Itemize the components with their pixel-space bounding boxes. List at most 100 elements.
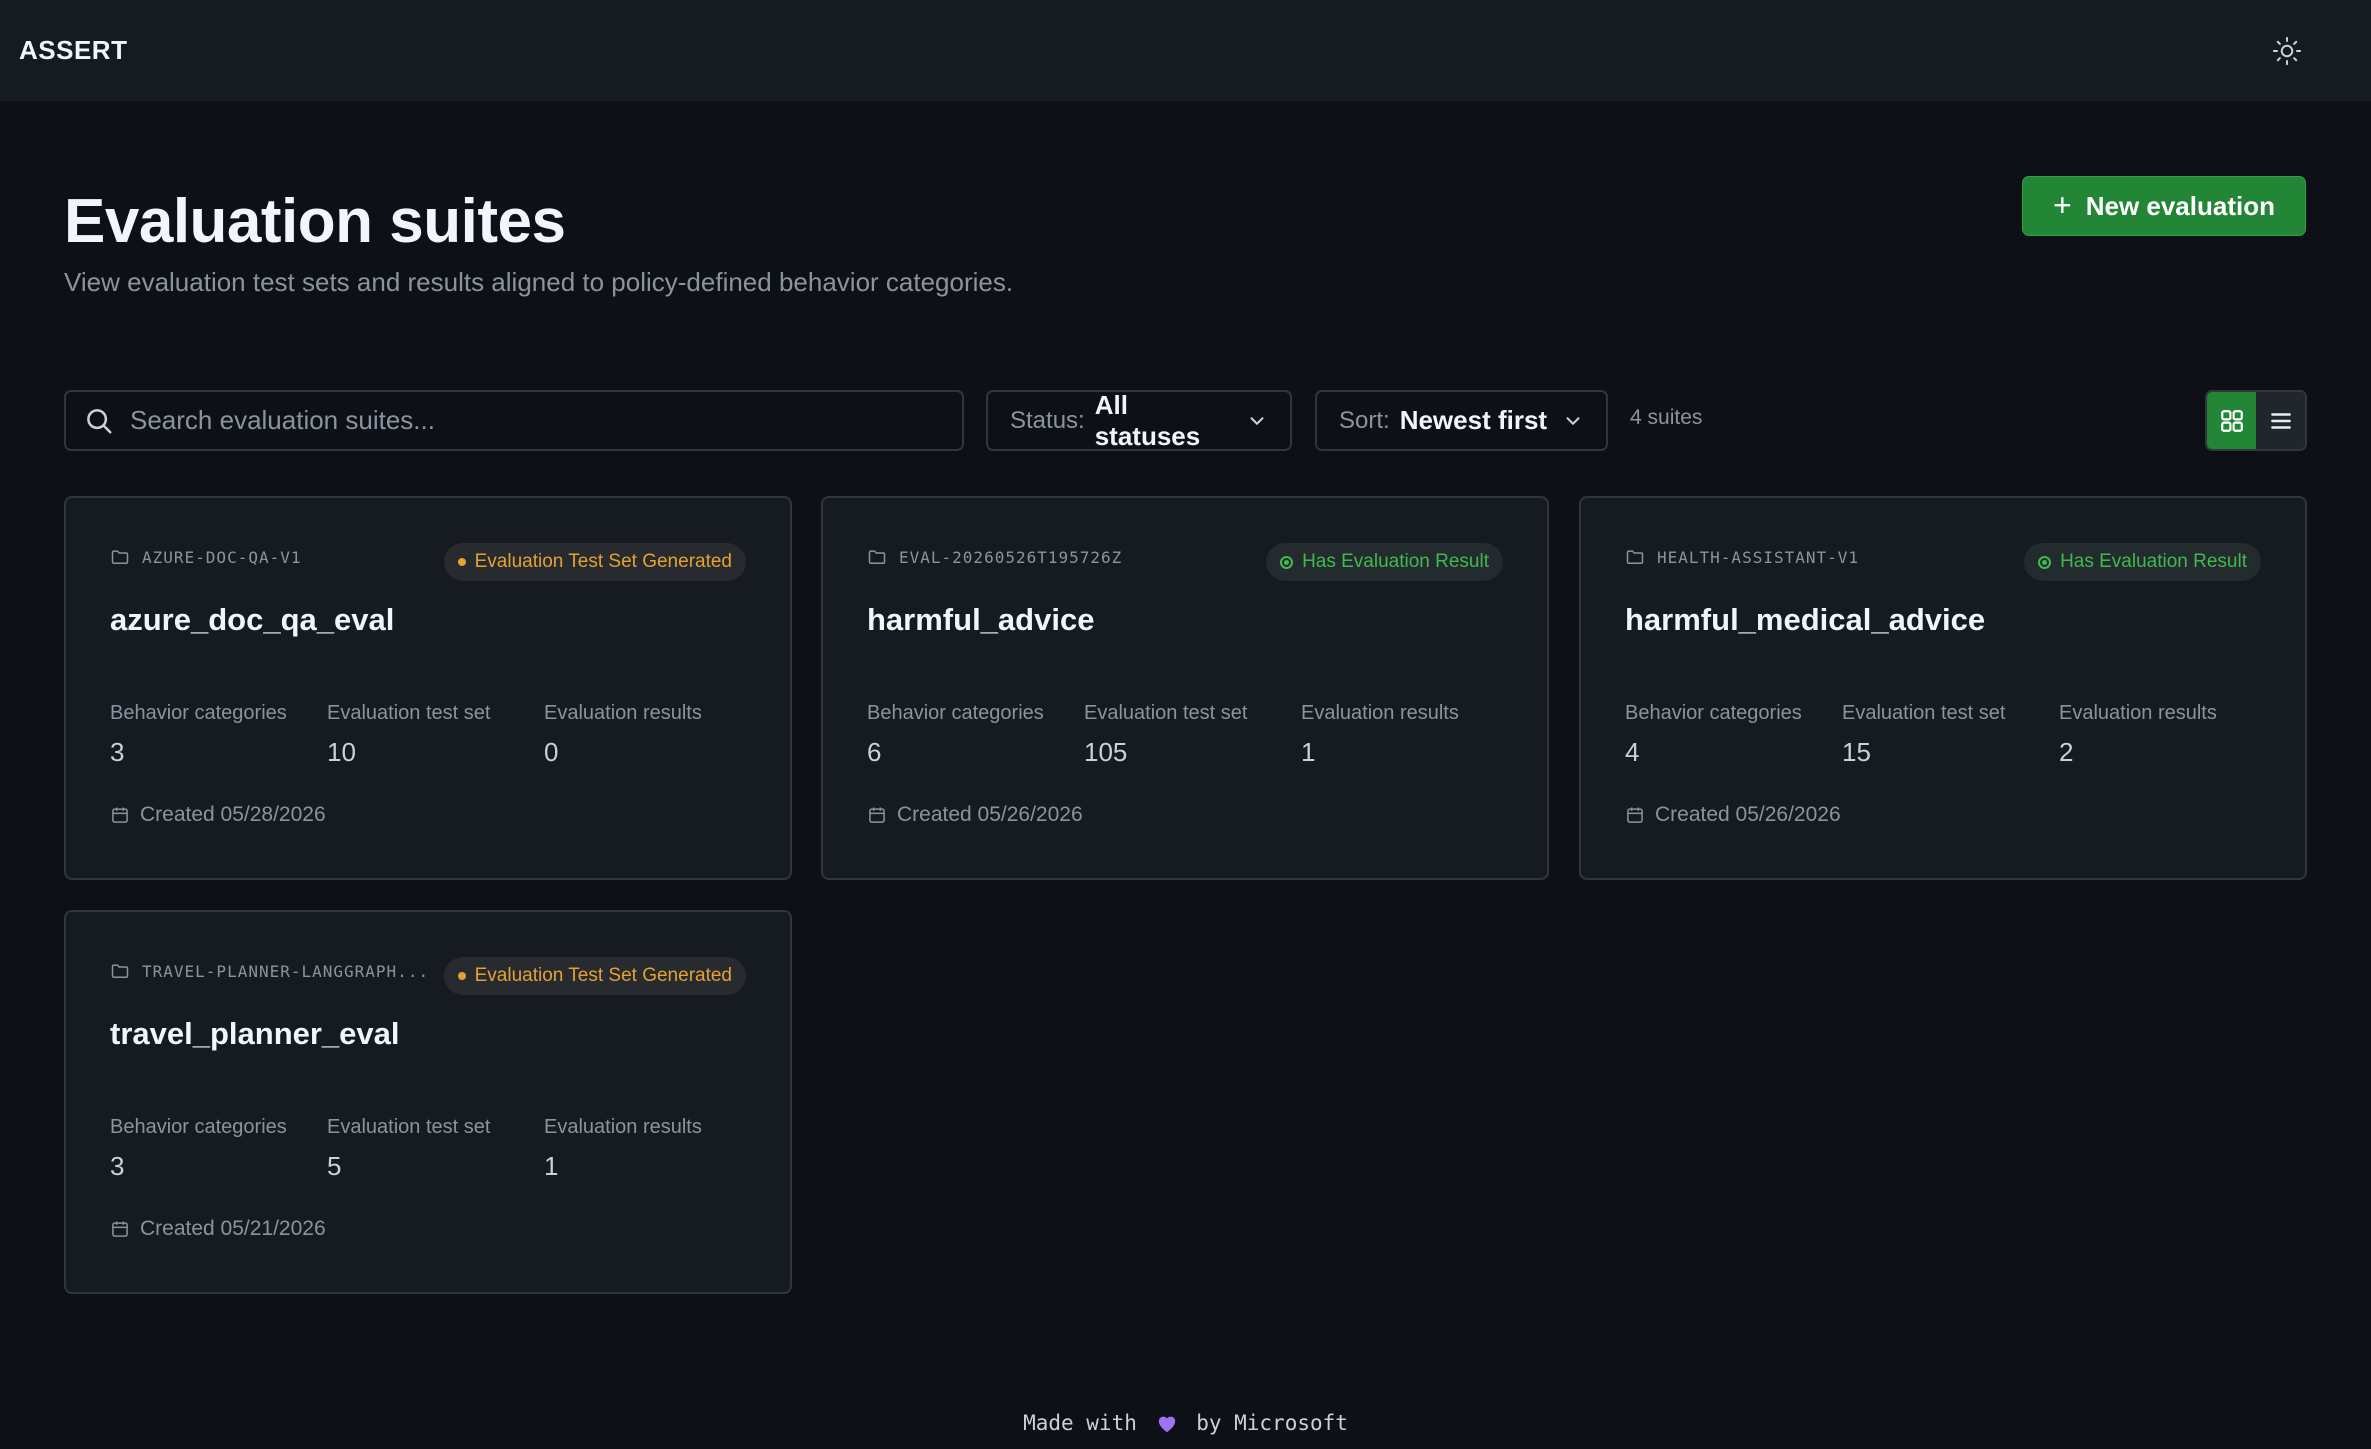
stat-label: Evaluation test set bbox=[1084, 702, 1248, 724]
search-input[interactable] bbox=[130, 405, 930, 436]
suite-id: AZURE-DOC-QA-V1 bbox=[110, 547, 302, 567]
status-badge-text: Has Evaluation Result bbox=[1302, 551, 1489, 572]
status-dot-icon bbox=[457, 558, 466, 566]
list-view-button[interactable] bbox=[2256, 392, 2305, 449]
search-box[interactable] bbox=[64, 390, 964, 451]
suite-card[interactable]: EVAL-20260526T195726Z Has Evaluation Res… bbox=[821, 496, 1549, 880]
suite-id: TRAVEL-PLANNER-LANGGRAPH... bbox=[110, 961, 429, 981]
stat-value: 1 bbox=[1301, 737, 1316, 767]
status-badge: Has Evaluation Result bbox=[1266, 543, 1503, 581]
page-header: Evaluation suites View evaluation test s… bbox=[64, 180, 1013, 300]
footer-prefix: Made with bbox=[1023, 1411, 1137, 1435]
status-ring-icon bbox=[1280, 555, 1294, 569]
theme-toggle-button[interactable] bbox=[2269, 33, 2305, 69]
page-title: Evaluation suites bbox=[64, 187, 566, 256]
status-filter-label: Status: bbox=[1010, 406, 1085, 434]
suite-name: travel_planner_eval bbox=[110, 1016, 400, 1051]
created-date-text: Created 05/21/2026 bbox=[140, 1217, 326, 1240]
footer-suffix: by Microsoft bbox=[1196, 1411, 1348, 1435]
stat-behavior-categories: Behavior categories 3 bbox=[110, 702, 287, 768]
footer: Made with by Microsoft bbox=[0, 1411, 2371, 1435]
created-date-text: Created 05/26/2026 bbox=[1655, 803, 1841, 826]
status-badge-text: Has Evaluation Result bbox=[2060, 551, 2247, 572]
suite-card[interactable]: AZURE-DOC-QA-V1 Evaluation Test Set Gene… bbox=[64, 496, 792, 880]
created-date: Created 05/26/2026 bbox=[1625, 803, 1841, 827]
stat-evaluation-test-set: Evaluation test set 15 bbox=[1842, 702, 2005, 768]
stat-behavior-categories: Behavior categories 3 bbox=[110, 1116, 287, 1182]
stat-label: Evaluation results bbox=[1301, 702, 1459, 724]
suite-id-text: EVAL-20260526T195726Z bbox=[899, 547, 1123, 567]
suite-card[interactable]: TRAVEL-PLANNER-LANGGRAPH... Evaluation T… bbox=[64, 910, 792, 1294]
stat-value: 105 bbox=[1084, 737, 1128, 767]
calendar-icon bbox=[112, 807, 128, 823]
grid-view-button[interactable] bbox=[2207, 392, 2256, 449]
suite-id-text: TRAVEL-PLANNER-LANGGRAPH... bbox=[142, 961, 430, 981]
stat-label: Behavior categories bbox=[867, 702, 1044, 724]
stat-evaluation-results: Evaluation results 1 bbox=[1301, 702, 1459, 768]
stat-value: 4 bbox=[1625, 737, 1640, 767]
folder-icon bbox=[111, 964, 129, 978]
stat-label: Evaluation test set bbox=[327, 1116, 491, 1138]
new-evaluation-button[interactable]: + New evaluation bbox=[2022, 176, 2306, 236]
status-badge: Evaluation Test Set Generated bbox=[443, 957, 746, 995]
stat-label: Evaluation test set bbox=[1842, 702, 2006, 724]
suite-id: HEALTH-ASSISTANT-V1 bbox=[1625, 547, 1859, 567]
stat-evaluation-test-set: Evaluation test set 10 bbox=[327, 702, 490, 768]
stat-value: 3 bbox=[110, 737, 125, 767]
status-filter-dropdown[interactable]: Status: All statuses bbox=[986, 390, 1292, 451]
stat-label: Evaluation results bbox=[544, 702, 702, 724]
created-date: Created 05/26/2026 bbox=[867, 803, 1083, 827]
sort-label: Sort: bbox=[1339, 406, 1390, 434]
status-badge: Evaluation Test Set Generated bbox=[443, 543, 746, 581]
stat-value: 15 bbox=[1842, 737, 1871, 767]
brand-logo[interactable]: ASSERT bbox=[19, 35, 127, 66]
suite-id: EVAL-20260526T195726Z bbox=[867, 547, 1122, 567]
search-icon bbox=[87, 408, 112, 433]
stat-value: 10 bbox=[327, 737, 356, 767]
stat-label: Evaluation test set bbox=[327, 702, 491, 724]
folder-icon bbox=[1626, 550, 1644, 564]
calendar-icon bbox=[1627, 807, 1643, 823]
sun-icon bbox=[2272, 36, 2302, 65]
stat-behavior-categories: Behavior categories 4 bbox=[1625, 702, 1802, 768]
status-filter-value: All statuses bbox=[1094, 389, 1201, 451]
toolbar: Status: All statuses Sort: Newest first … bbox=[64, 390, 2307, 451]
suite-card[interactable]: HEALTH-ASSISTANT-V1 Has Evaluation Resul… bbox=[1579, 496, 2307, 880]
suite-name: harmful_medical_advice bbox=[1625, 602, 1986, 637]
created-date-text: Created 05/28/2026 bbox=[140, 803, 326, 826]
page-subtitle: View evaluation test sets and results al… bbox=[64, 267, 1014, 297]
stat-evaluation-test-set: Evaluation test set 5 bbox=[327, 1116, 490, 1182]
stat-label: Evaluation results bbox=[2059, 702, 2217, 724]
new-evaluation-label: New evaluation bbox=[2085, 190, 2275, 221]
stat-evaluation-results: Evaluation results 2 bbox=[2059, 702, 2217, 768]
stat-behavior-categories: Behavior categories 6 bbox=[867, 702, 1044, 768]
folder-icon bbox=[868, 550, 886, 564]
status-ring-icon bbox=[2038, 555, 2052, 569]
stat-evaluation-results: Evaluation results 0 bbox=[544, 702, 702, 768]
sort-dropdown[interactable]: Sort: Newest first bbox=[1315, 390, 1608, 451]
calendar-icon bbox=[112, 1221, 128, 1237]
created-date: Created 05/21/2026 bbox=[110, 1217, 326, 1241]
stat-evaluation-results: Evaluation results 1 bbox=[544, 1116, 702, 1182]
stat-value: 1 bbox=[544, 1151, 559, 1181]
sort-value: Newest first bbox=[1399, 405, 1548, 435]
list-icon bbox=[2270, 412, 2291, 429]
stat-value: 2 bbox=[2059, 737, 2074, 767]
calendar-icon bbox=[869, 807, 885, 823]
stat-value: 6 bbox=[867, 737, 882, 767]
stat-value: 5 bbox=[327, 1151, 342, 1181]
suite-id-text: HEALTH-ASSISTANT-V1 bbox=[1657, 547, 1860, 567]
stat-evaluation-test-set: Evaluation test set 105 bbox=[1084, 702, 1247, 768]
plus-icon: + bbox=[2053, 186, 2072, 223]
stat-label: Behavior categories bbox=[110, 1116, 287, 1138]
suite-count: 4 suites bbox=[1630, 406, 1703, 429]
top-bar: ASSERT bbox=[0, 0, 2371, 101]
status-badge: Has Evaluation Result bbox=[2024, 543, 2261, 581]
stat-label: Evaluation results bbox=[544, 1116, 702, 1138]
chevron-down-icon bbox=[1562, 410, 1584, 432]
status-badge-text: Evaluation Test Set Generated bbox=[474, 965, 732, 986]
suite-id-text: AZURE-DOC-QA-V1 bbox=[142, 547, 302, 567]
heart-icon bbox=[1156, 1411, 1178, 1435]
created-date: Created 05/28/2026 bbox=[110, 803, 326, 827]
stat-label: Behavior categories bbox=[1625, 702, 1802, 724]
